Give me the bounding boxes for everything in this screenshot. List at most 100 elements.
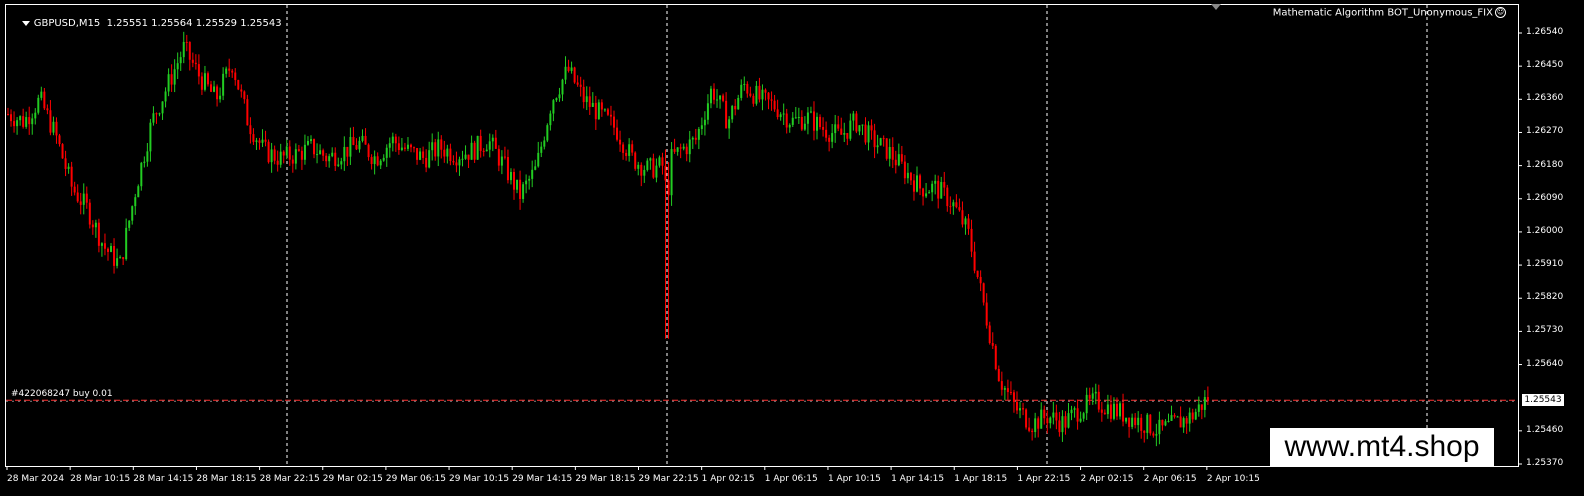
- candle: [13, 111, 16, 133]
- candle-body: [703, 119, 706, 126]
- candle-body: [322, 150, 325, 156]
- watermark: www.mt4.shop: [1270, 428, 1494, 466]
- candle-body: [367, 144, 370, 158]
- candle-body: [640, 164, 643, 176]
- candle-body: [110, 245, 113, 252]
- candle: [706, 94, 709, 125]
- candle: [994, 344, 997, 371]
- candle: [1052, 401, 1055, 425]
- candle-body: [361, 135, 364, 141]
- candle-body: [585, 96, 588, 103]
- candle-body: [1103, 412, 1106, 415]
- time-axis-label: 29 Mar 02:15: [322, 474, 383, 484]
- candle: [449, 143, 452, 166]
- candlestick-chart[interactable]: [0, 0, 1584, 496]
- candle-body: [1025, 409, 1028, 428]
- candle-body: [567, 66, 570, 71]
- candle: [416, 147, 419, 165]
- candle: [491, 134, 494, 152]
- candle: [1000, 371, 1003, 396]
- candle-body: [561, 79, 564, 95]
- smiley-icon[interactable]: ☺: [1495, 7, 1506, 18]
- candle-body: [540, 146, 543, 153]
- candle-body: [685, 146, 688, 155]
- candle: [267, 139, 270, 164]
- candle: [516, 179, 519, 194]
- candle-body: [149, 122, 152, 152]
- candle: [537, 141, 540, 168]
- candle-body: [803, 123, 806, 130]
- candle: [206, 71, 209, 87]
- candle-body: [719, 95, 722, 100]
- candle-body: [837, 124, 840, 129]
- candle-body: [591, 102, 594, 107]
- time-axis-label: 1 Apr 02:15: [701, 474, 755, 484]
- candle-body: [191, 59, 194, 63]
- candle: [849, 113, 852, 141]
- candle-body: [364, 135, 367, 145]
- candle: [1106, 394, 1109, 419]
- candle: [1109, 395, 1112, 423]
- candle-body: [422, 151, 425, 158]
- candle-body: [588, 96, 591, 107]
- candle: [128, 220, 131, 231]
- candle-body: [958, 207, 961, 211]
- candle-body: [310, 139, 312, 141]
- candle: [79, 192, 82, 215]
- candle: [522, 181, 525, 203]
- candle: [261, 129, 264, 148]
- candle: [306, 136, 309, 146]
- candle: [876, 134, 879, 154]
- candle: [188, 41, 191, 71]
- candle-body: [403, 147, 406, 149]
- candle: [355, 138, 358, 151]
- candle-body: [694, 137, 697, 140]
- candle-body: [528, 178, 531, 181]
- candle: [1197, 396, 1200, 417]
- candle: [1170, 405, 1173, 421]
- candle: [40, 86, 43, 101]
- candle: [909, 171, 912, 186]
- candle: [991, 332, 994, 349]
- candle: [391, 132, 394, 152]
- candle: [343, 136, 346, 171]
- candle-body: [834, 124, 837, 134]
- candle-body: [173, 69, 176, 85]
- candle-body: [1085, 394, 1088, 414]
- candle-body: [661, 157, 664, 166]
- chart-shift-marker-icon[interactable]: [1211, 4, 1221, 10]
- candle-body: [664, 165, 667, 181]
- candle: [28, 106, 31, 135]
- candle-body: [1167, 420, 1170, 422]
- candle: [982, 282, 985, 306]
- expert-advisor-label[interactable]: Mathematic Algorithm BOT_Unonymous_FIX ☺: [1273, 7, 1506, 19]
- candle-body: [179, 57, 182, 64]
- dropdown-triangle-icon[interactable]: [21, 20, 30, 26]
- candle-body: [482, 150, 485, 152]
- candle-body: [203, 73, 206, 90]
- candle-body: [864, 124, 867, 143]
- candle: [634, 151, 637, 171]
- candle: [137, 184, 140, 198]
- candle: [685, 143, 688, 162]
- candle-body: [667, 180, 670, 196]
- candle: [852, 110, 855, 131]
- candle-body: [497, 148, 500, 166]
- candle-body: [937, 180, 940, 199]
- candle: [543, 136, 546, 150]
- candle: [740, 79, 743, 101]
- candle: [943, 171, 946, 196]
- candle: [912, 173, 915, 201]
- candle: [782, 103, 785, 126]
- candle-body: [64, 158, 67, 169]
- candle: [1061, 410, 1064, 442]
- candle-body: [143, 161, 146, 163]
- candle: [346, 146, 349, 166]
- candle: [446, 144, 449, 164]
- candle-body: [1164, 421, 1167, 426]
- candle-body: [676, 147, 679, 152]
- candle: [1179, 406, 1182, 428]
- candle: [1058, 411, 1061, 437]
- candle-body: [28, 117, 31, 125]
- chart-window[interactable]: GBPUSD,M15 1.25551 1.25564 1.25529 1.255…: [0, 0, 1584, 496]
